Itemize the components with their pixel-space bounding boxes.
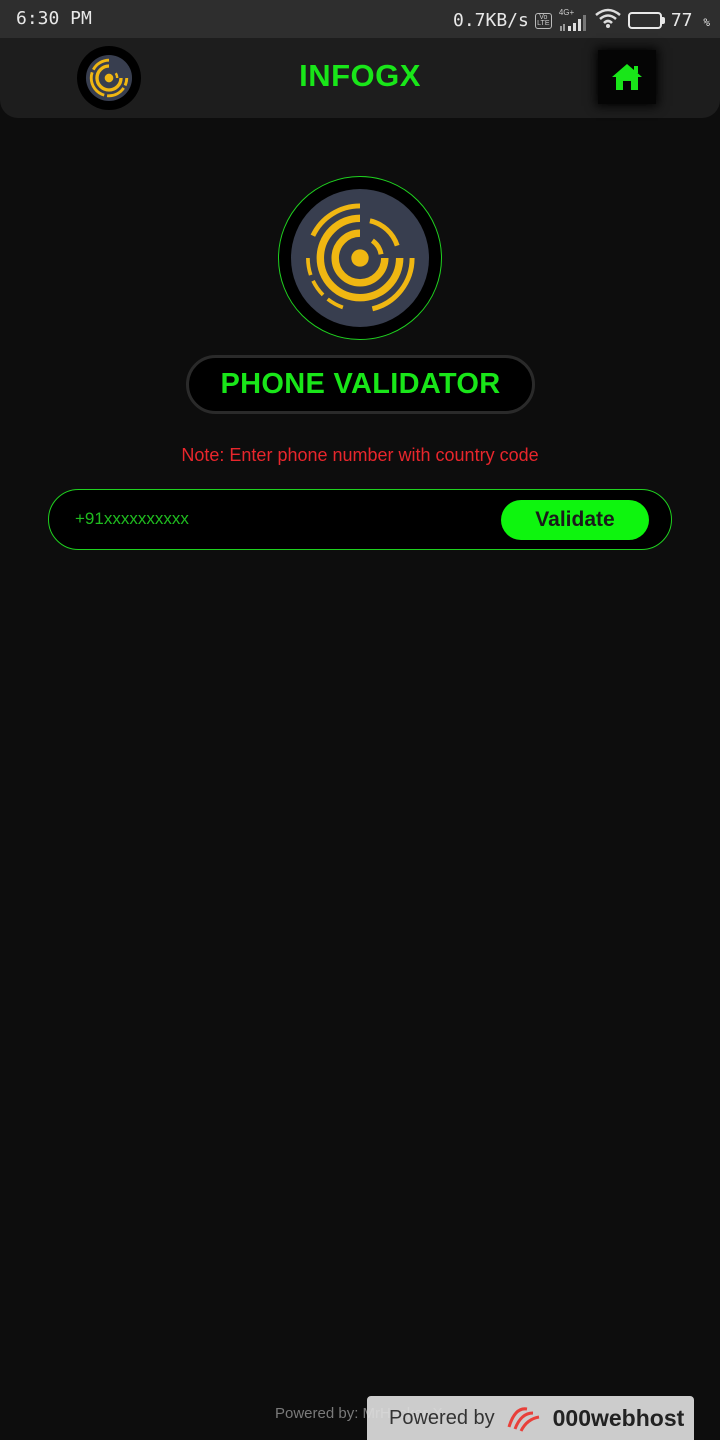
phone-form: Validate	[48, 489, 672, 550]
network-type: 4G+	[558, 7, 575, 17]
battery-percent: 77 %	[670, 10, 710, 31]
webhost-logo-icon	[507, 1407, 539, 1432]
page-title: PHONE VALIDATOR	[186, 355, 535, 414]
webhost-badge[interactable]: Powered by 000webhost	[367, 1396, 694, 1440]
webhost-name: 000webhost	[552, 1404, 685, 1431]
main-logo	[278, 176, 442, 340]
status-icons: 0.7KB/s Vo LTE 4G+ 77 %	[453, 7, 710, 34]
signal-icon: 4G+	[558, 7, 588, 32]
phone-input[interactable]	[75, 504, 495, 534]
app-header: INFOGX	[0, 38, 720, 118]
home-button[interactable]	[598, 50, 656, 104]
note-text: Note: Enter phone number with country co…	[181, 445, 539, 465]
wifi-icon	[594, 7, 622, 34]
battery-icon	[627, 12, 665, 29]
status-time: 6:30 PM	[16, 8, 92, 29]
status-bar: 6:30 PM 0.7KB/s Vo LTE 4G+ 77 %	[0, 0, 720, 38]
volte-icon: Vo LTE	[534, 12, 552, 29]
infogx-logo-icon-large	[291, 189, 429, 327]
webhost-powered-label: Powered by	[389, 1406, 495, 1429]
home-icon	[612, 64, 642, 90]
network-speed: 0.7KB/s	[452, 10, 529, 31]
validate-button[interactable]: Validate	[501, 500, 649, 540]
